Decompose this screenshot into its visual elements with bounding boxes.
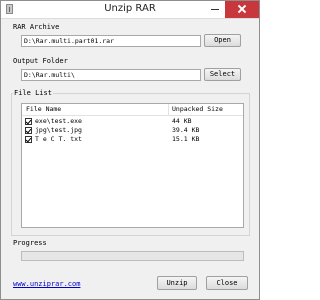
file-list[interactable]: File Name Unpacked Size exe\test.exe 44 …: [21, 103, 244, 228]
progress-label: Progress: [13, 239, 47, 247]
file-name-cell: T e C T. txt: [35, 135, 82, 143]
output-folder-label: Output Folder: [13, 57, 68, 65]
row-checkbox[interactable]: [25, 118, 32, 125]
minimize-button[interactable]: [205, 1, 225, 18]
close-button[interactable]: Close: [206, 276, 248, 290]
file-size-cell: 39.4 KB: [172, 126, 200, 134]
rar-archive-label: RAR Archive: [13, 23, 60, 31]
window-close-button[interactable]: [225, 1, 259, 18]
column-divider[interactable]: [168, 104, 169, 115]
table-row[interactable]: jpg\test.jpg 39.4 KB: [22, 126, 243, 135]
select-button[interactable]: Select: [204, 68, 241, 81]
column-file-name[interactable]: File Name: [26, 105, 61, 113]
progress-bar: [21, 251, 244, 261]
app-window: Unzip RAR RAR Archive D:\Rar.multi.part0…: [0, 0, 260, 300]
file-list-label: File List: [13, 89, 53, 97]
file-size-cell: 44 KB: [172, 117, 192, 125]
website-link[interactable]: www.unziprar.com: [13, 280, 80, 288]
rar-archive-input[interactable]: D:\Rar.multi.part01.rar: [21, 35, 201, 47]
table-row[interactable]: T e C T. txt 15.1 KB: [22, 135, 243, 144]
column-unpacked-size[interactable]: Unpacked Size: [172, 105, 223, 113]
file-size-cell: 15.1 KB: [172, 135, 200, 143]
unzip-button[interactable]: Unzip: [157, 276, 197, 290]
row-checkbox[interactable]: [25, 127, 32, 134]
table-row[interactable]: exe\test.exe 44 KB: [22, 117, 243, 126]
title-bar[interactable]: Unzip RAR: [1, 1, 259, 19]
file-name-cell: jpg\test.jpg: [35, 126, 82, 134]
row-checkbox[interactable]: [25, 136, 32, 143]
open-button[interactable]: Open: [204, 34, 241, 47]
output-folder-input[interactable]: D:\Rar.multi\: [21, 69, 201, 81]
file-name-cell: exe\test.exe: [35, 117, 82, 125]
file-list-header: File Name Unpacked Size: [22, 104, 243, 116]
